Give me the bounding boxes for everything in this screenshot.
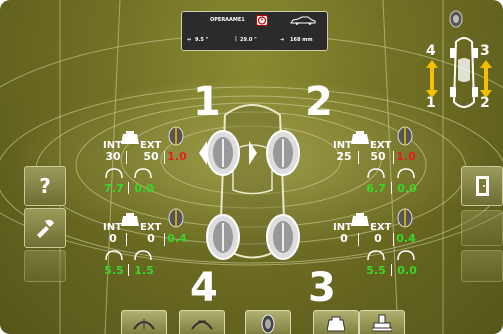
wheel-icon xyxy=(261,314,275,334)
help-icon: ? xyxy=(39,174,51,198)
wheel-offset-icon xyxy=(397,126,413,146)
reading-left: 5.5 xyxy=(104,264,124,277)
vehicle-title: OPERAAME1 xyxy=(210,17,245,23)
ext-value: 50 xyxy=(143,150,159,163)
weight-icon xyxy=(327,316,345,332)
empty-slot-right-1[interactable] xyxy=(461,210,503,246)
tread-left-icon xyxy=(105,168,123,179)
car-side-icon xyxy=(290,16,316,25)
camber-value: 9.5 " xyxy=(195,37,209,43)
position-number-3: 3 xyxy=(308,265,336,311)
caster-icon: | xyxy=(235,36,237,42)
swap-arrow-right-icon xyxy=(480,60,492,98)
exit-button[interactable] xyxy=(461,166,503,206)
wheel-rear-right-icon[interactable] xyxy=(266,214,300,260)
diff-value: 1.0 xyxy=(396,150,416,163)
ext-value: 0 xyxy=(147,232,155,245)
car-top-view xyxy=(199,104,300,260)
diff-value: 1.0 xyxy=(167,150,187,163)
toe-value: 168 mm xyxy=(290,37,313,43)
tread-right-icon xyxy=(134,168,152,179)
weight-icon xyxy=(121,131,139,144)
reading-left: 6.7 xyxy=(366,182,386,195)
diff-value: 0.4 xyxy=(396,232,416,245)
ext-value: 50 xyxy=(370,150,386,163)
int-value: 30 xyxy=(105,150,121,163)
tread-left-icon xyxy=(367,168,385,179)
tools-button[interactable] xyxy=(24,208,66,248)
caster-value: 29.0 " xyxy=(240,37,257,43)
weight-icon xyxy=(351,213,369,226)
tread-arc-icon xyxy=(191,320,213,330)
reading-right: 0.0 xyxy=(134,182,154,195)
tread-right-icon xyxy=(397,168,415,179)
empty-slot-button[interactable] xyxy=(24,250,66,282)
wheel-settings-icon[interactable] xyxy=(448,10,464,28)
exit-door-icon xyxy=(476,176,489,196)
balancer-button[interactable] xyxy=(359,310,405,334)
toe-arrow-icon: ➜ xyxy=(280,37,285,43)
tread-left-icon xyxy=(105,250,123,261)
reading-left: 7.7 xyxy=(104,182,124,195)
weight-icon xyxy=(121,213,139,226)
camber-arrows-icon: ⇔ xyxy=(187,37,192,43)
measurement-info-bar: OPERAAME1 ⇔ 9.5 " | 29.0 " ➜ 168 mm xyxy=(181,11,328,51)
reading-right: 0.0 xyxy=(397,264,417,277)
tread-measure-button[interactable] xyxy=(121,310,167,334)
reading-left: 5.5 xyxy=(366,264,386,277)
wheel-offset-icon xyxy=(397,208,413,228)
int-value: 25 xyxy=(336,150,352,163)
diff-value: 0.4 xyxy=(167,232,187,245)
tread-right-icon xyxy=(397,250,415,261)
tread-left-icon xyxy=(367,250,385,261)
weight-button[interactable] xyxy=(313,310,359,334)
mini-label-front-left: 4 xyxy=(426,43,436,59)
wheel-front-left-icon[interactable] xyxy=(206,130,240,176)
tools-icon xyxy=(37,219,54,238)
int-value: 0 xyxy=(109,232,117,245)
empty-slot-right-2[interactable] xyxy=(461,250,503,282)
wheel-offset-icon xyxy=(168,126,184,146)
help-button[interactable]: ? xyxy=(24,166,66,206)
wheel-balancer-screen: OPERAAME1 ⇔ 9.5 " | 29.0 " ➜ 168 mm 4 3 … xyxy=(0,0,503,334)
pointer-left-icon xyxy=(199,141,207,165)
warning-tire-icon[interactable] xyxy=(256,15,268,26)
wheel-rear-left-icon[interactable] xyxy=(206,214,240,260)
tread-measure-2-button[interactable] xyxy=(179,310,225,334)
balancer-icon xyxy=(372,314,392,332)
weight-icon xyxy=(351,131,369,144)
reading-right: 1.5 xyxy=(134,264,154,277)
swap-arrow-left-icon xyxy=(426,60,438,98)
int-value: 0 xyxy=(340,232,348,245)
mini-label-front-right: 3 xyxy=(480,43,490,59)
wheel-front-right-icon[interactable] xyxy=(266,130,300,176)
reading-right: 0.0 xyxy=(397,182,417,195)
wheel-view-button[interactable] xyxy=(245,310,291,334)
wheel-offset-icon xyxy=(168,208,184,228)
ext-value: 0 xyxy=(374,232,382,245)
tread-right-icon xyxy=(134,250,152,261)
tread-arc-icon xyxy=(133,319,155,330)
